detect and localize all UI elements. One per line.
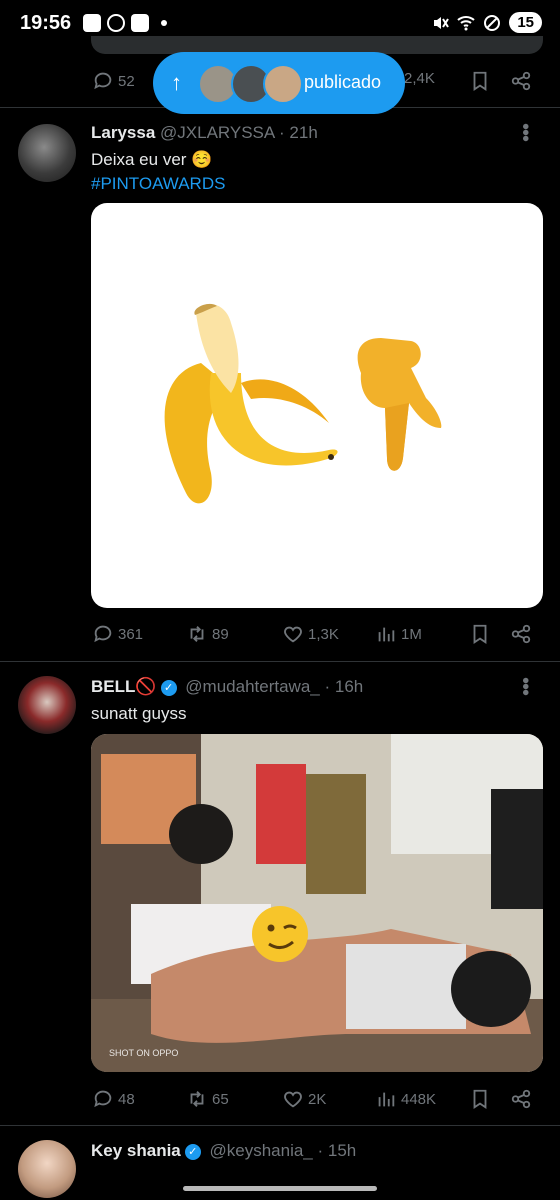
heart-icon xyxy=(284,626,302,643)
author-handle[interactable]: @keyshania_ xyxy=(210,1141,313,1160)
wifi-icon xyxy=(457,15,475,30)
views-button[interactable]: 1M xyxy=(375,623,422,645)
dnd-icon xyxy=(484,14,501,31)
tweet-header: BELL🚫 ✓ @mudahtertawa_ · 16h xyxy=(91,677,363,697)
posted-label: publicado xyxy=(304,72,382,92)
retweet-count: 65 xyxy=(212,1090,229,1108)
avatar xyxy=(263,64,303,104)
system-icons: 15 xyxy=(431,12,542,33)
more-options-icon[interactable]: ••• xyxy=(513,677,536,695)
tweet-header: Key shania ✓ @keyshania_ · 15h xyxy=(91,1141,356,1161)
battery-badge: 15 xyxy=(509,12,542,33)
share-icon xyxy=(511,624,531,644)
status-time: 19:56 xyxy=(20,12,72,34)
share-icon xyxy=(511,1089,531,1109)
photo-scene xyxy=(91,734,543,1072)
author-name[interactable]: Key shania xyxy=(91,1141,181,1160)
tweet-time: · 15h xyxy=(317,1141,357,1160)
tweet[interactable]: BELL🚫 ✓ @mudahtertawa_ · 16h ••• sunatt g… xyxy=(0,662,560,1125)
retweet-button[interactable]: 65 xyxy=(186,1088,229,1110)
reply-count: 361 xyxy=(118,625,144,643)
views-button[interactable]: 448K xyxy=(375,1088,436,1110)
bookmark-button[interactable] xyxy=(469,623,491,645)
posted-notification-pill[interactable]: ↑ publicado xyxy=(153,52,405,114)
author-handle[interactable]: @JXLARYSSA xyxy=(160,123,274,142)
retweet-icon xyxy=(190,626,204,642)
arrow-up-icon: ↑ xyxy=(171,70,182,95)
bookmark-button[interactable] xyxy=(469,70,491,92)
like-button[interactable]: 1,3K xyxy=(282,623,339,645)
avatar[interactable] xyxy=(18,124,76,182)
tweet-text: Deixa eu ver ☺️ xyxy=(91,150,213,169)
views-chart-icon xyxy=(378,1092,395,1107)
retweet-icon xyxy=(190,1091,204,1107)
views-count: 1M xyxy=(401,625,422,643)
avatar[interactable] xyxy=(18,1140,76,1198)
reply-button[interactable]: 361 xyxy=(92,623,143,645)
share-button[interactable] xyxy=(510,1088,532,1110)
shopping-icon xyxy=(131,14,149,32)
tweet-text: sunatt guyss xyxy=(91,704,187,723)
bookmark-icon xyxy=(473,71,487,91)
views-count: 448K xyxy=(401,1090,437,1108)
mute-icon xyxy=(434,16,450,29)
avatar[interactable] xyxy=(18,676,76,734)
share-button[interactable] xyxy=(510,70,532,92)
gesture-bar[interactable] xyxy=(183,1186,377,1191)
more-options-icon[interactable]: ••• xyxy=(513,123,536,141)
share-icon xyxy=(511,71,531,91)
share-button[interactable] xyxy=(510,623,532,645)
like-button[interactable]: 2K xyxy=(282,1088,326,1110)
reply-count: 52 xyxy=(118,72,135,90)
hashtag-link[interactable]: #PINTOAWARDS xyxy=(91,174,225,194)
reply-icon xyxy=(94,1090,112,1108)
tweet-image[interactable] xyxy=(91,203,543,608)
bookmark-button[interactable] xyxy=(469,1088,491,1110)
reply-icon xyxy=(94,72,112,90)
tweet-time: · 21h xyxy=(279,123,318,142)
verified-badge-icon: ✓ xyxy=(160,680,177,696)
tweet-time: · 16h xyxy=(324,677,364,696)
views-chart-icon xyxy=(378,627,395,642)
retweet-count: 89 xyxy=(212,625,229,643)
retweet-button[interactable]: 89 xyxy=(186,623,229,645)
dot-icon xyxy=(161,20,167,26)
banana-emoji-image xyxy=(164,303,442,504)
views-count: 2,4K xyxy=(404,70,435,87)
author-handle[interactable]: @mudahtertawa_ xyxy=(185,677,319,696)
author-name[interactable]: BELL🚫 xyxy=(91,677,157,696)
reply-icon xyxy=(94,625,112,643)
bookmark-icon xyxy=(473,624,487,644)
author-name[interactable]: Laryssa xyxy=(91,123,155,142)
youtube-icon xyxy=(83,14,101,32)
like-count: 1,3K xyxy=(308,625,339,643)
bookmark-icon xyxy=(473,1089,487,1109)
verified-badge-icon: ✓ xyxy=(184,1144,201,1160)
tweet[interactable]: Laryssa @JXLARYSSA · 21h ••• Deixa eu ve… xyxy=(0,108,560,661)
tweet-photo[interactable]: SHOT ON OPPO xyxy=(91,734,543,1072)
reply-button[interactable]: 48 xyxy=(92,1088,135,1110)
reply-button[interactable]: 52 xyxy=(92,70,135,92)
notification-icons xyxy=(83,14,167,32)
whatsapp-icon xyxy=(107,14,125,32)
heart-icon xyxy=(284,1091,302,1108)
tweet-header: Laryssa @JXLARYSSA · 21h xyxy=(91,123,318,143)
photo-watermark: SHOT ON OPPO xyxy=(109,1048,179,1058)
like-count: 2K xyxy=(308,1090,327,1108)
views-button[interactable]: 2,4K xyxy=(404,70,435,87)
reply-count: 48 xyxy=(118,1090,135,1108)
